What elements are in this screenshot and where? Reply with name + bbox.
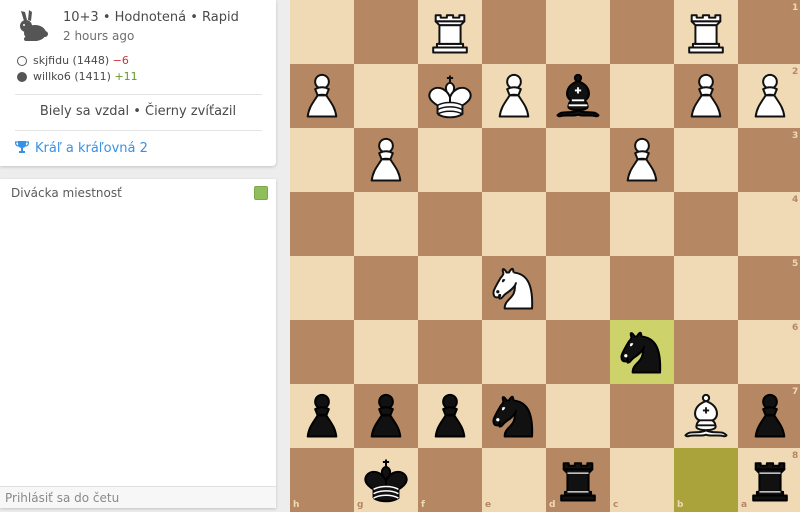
black-bishop-icon[interactable] bbox=[550, 68, 606, 124]
square-d3[interactable] bbox=[546, 128, 610, 192]
square-f5[interactable] bbox=[418, 256, 482, 320]
game-result: Biely sa vzdal • Čierny zvíťazil bbox=[39, 104, 237, 119]
chat-input[interactable]: Prihlásiť sa do četu bbox=[0, 486, 276, 508]
square-h5[interactable] bbox=[290, 256, 354, 320]
square-f4[interactable] bbox=[418, 192, 482, 256]
rabbit-icon bbox=[20, 10, 48, 41]
square-c8[interactable] bbox=[610, 448, 674, 512]
black-rating-diff: +11 bbox=[114, 70, 138, 83]
trophy-icon bbox=[15, 141, 29, 153]
black-player[interactable]: willko6 (1411) +11 bbox=[17, 69, 138, 85]
square-f3[interactable] bbox=[418, 128, 482, 192]
square-b8[interactable] bbox=[674, 448, 738, 512]
black-rook-icon[interactable] bbox=[742, 452, 798, 508]
white-pawn-icon[interactable] bbox=[614, 132, 670, 188]
file-label: h bbox=[293, 500, 300, 510]
white-king-icon[interactable] bbox=[422, 68, 478, 124]
square-a1[interactable] bbox=[738, 0, 800, 64]
square-c2[interactable] bbox=[610, 64, 674, 128]
square-d5[interactable] bbox=[546, 256, 610, 320]
square-a3[interactable] bbox=[738, 128, 800, 192]
square-d6[interactable] bbox=[546, 320, 610, 384]
square-g2[interactable] bbox=[354, 64, 418, 128]
file-label: e bbox=[485, 500, 492, 510]
divider bbox=[15, 94, 262, 95]
square-g6[interactable] bbox=[354, 320, 418, 384]
square-g1[interactable] bbox=[354, 0, 418, 64]
square-f6[interactable] bbox=[418, 320, 482, 384]
file-label: c bbox=[613, 500, 619, 510]
square-g4[interactable] bbox=[354, 192, 418, 256]
square-e4[interactable] bbox=[482, 192, 546, 256]
time-ago: 2 hours ago bbox=[63, 29, 135, 43]
white-rook-icon[interactable] bbox=[678, 4, 734, 60]
black-color-icon bbox=[17, 72, 27, 82]
file-label: b bbox=[677, 500, 684, 510]
white-pawn-icon[interactable] bbox=[486, 68, 542, 124]
white-player-name[interactable]: skjfidu (1448) bbox=[33, 54, 109, 67]
square-e3[interactable] bbox=[482, 128, 546, 192]
square-g5[interactable] bbox=[354, 256, 418, 320]
white-rating-diff: −6 bbox=[112, 54, 129, 67]
square-b5[interactable] bbox=[674, 256, 738, 320]
square-b3[interactable] bbox=[674, 128, 738, 192]
black-pawn-icon[interactable] bbox=[358, 388, 414, 444]
square-e8[interactable] bbox=[482, 448, 546, 512]
square-c7[interactable] bbox=[610, 384, 674, 448]
square-h3[interactable] bbox=[290, 128, 354, 192]
rank-label: 1 bbox=[792, 3, 799, 13]
white-color-icon bbox=[17, 56, 27, 66]
black-pawn-icon[interactable] bbox=[294, 388, 350, 444]
black-pawn-icon[interactable] bbox=[742, 388, 798, 444]
white-player[interactable]: skjfidu (1448) −6 bbox=[17, 53, 138, 69]
chat-panel: Divácka miestnosť Prihlásiť sa do četu bbox=[0, 179, 276, 508]
chat-title: Divácka miestnosť bbox=[11, 186, 122, 200]
white-pawn-icon[interactable] bbox=[294, 68, 350, 124]
square-a4[interactable] bbox=[738, 192, 800, 256]
tournament-name[interactable]: Kráľ a kráľovná 2 bbox=[35, 141, 148, 156]
square-e1[interactable] bbox=[482, 0, 546, 64]
square-h8[interactable] bbox=[290, 448, 354, 512]
square-c4[interactable] bbox=[610, 192, 674, 256]
black-rook-icon[interactable] bbox=[550, 452, 606, 508]
white-pawn-icon[interactable] bbox=[742, 68, 798, 124]
black-pawn-icon[interactable] bbox=[422, 388, 478, 444]
rank-label: 4 bbox=[792, 195, 799, 205]
players-list: skjfidu (1448) −6 willko6 (1411) +11 bbox=[17, 53, 138, 85]
square-a6[interactable] bbox=[738, 320, 800, 384]
black-king-icon[interactable] bbox=[358, 452, 414, 508]
game-setup: 10+3 • Hodnotená • Rapid bbox=[63, 10, 239, 25]
file-label: f bbox=[421, 500, 425, 510]
rank-label: 5 bbox=[792, 259, 799, 269]
game-info-panel: 10+3 • Hodnotená • Rapid 2 hours ago skj… bbox=[0, 0, 276, 166]
square-h4[interactable] bbox=[290, 192, 354, 256]
square-f8[interactable] bbox=[418, 448, 482, 512]
tournament-link[interactable]: Kráľ a kráľovná 2 bbox=[15, 141, 148, 156]
black-knight-icon[interactable] bbox=[486, 388, 542, 444]
square-b6[interactable] bbox=[674, 320, 738, 384]
square-h6[interactable] bbox=[290, 320, 354, 384]
divider bbox=[15, 130, 262, 131]
square-a5[interactable] bbox=[738, 256, 800, 320]
white-pawn-icon[interactable] bbox=[358, 132, 414, 188]
square-d4[interactable] bbox=[546, 192, 610, 256]
square-c1[interactable] bbox=[610, 0, 674, 64]
white-rook-icon[interactable] bbox=[422, 4, 478, 60]
chess-board[interactable]: 12345678hgfedcba bbox=[290, 0, 800, 512]
white-bishop-icon[interactable] bbox=[678, 388, 734, 444]
rank-label: 3 bbox=[792, 131, 799, 141]
white-pawn-icon[interactable] bbox=[678, 68, 734, 124]
square-h1[interactable] bbox=[290, 0, 354, 64]
white-knight-icon[interactable] bbox=[486, 260, 542, 316]
square-e6[interactable] bbox=[482, 320, 546, 384]
square-d7[interactable] bbox=[546, 384, 610, 448]
square-d1[interactable] bbox=[546, 0, 610, 64]
black-player-name[interactable]: willko6 (1411) bbox=[33, 70, 111, 83]
rank-label: 6 bbox=[792, 323, 799, 333]
chat-toggle[interactable] bbox=[254, 186, 268, 200]
black-knight-icon[interactable] bbox=[614, 324, 670, 380]
square-c5[interactable] bbox=[610, 256, 674, 320]
square-b4[interactable] bbox=[674, 192, 738, 256]
